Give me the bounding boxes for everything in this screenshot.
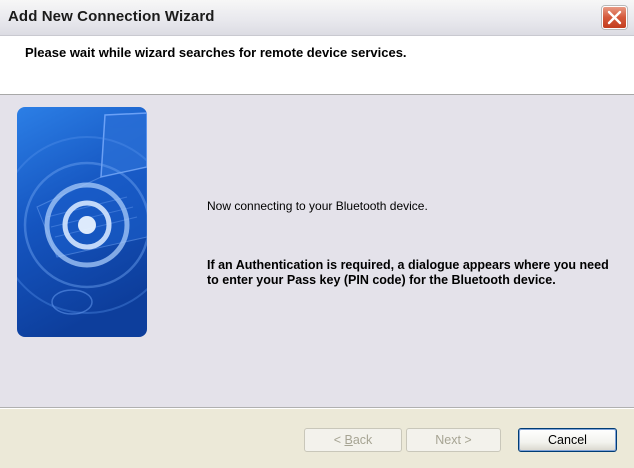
button-bar: < Back Next > Cancel [0, 407, 634, 468]
back-button-prefix: < [333, 433, 345, 447]
next-button[interactable]: Next > [406, 428, 501, 452]
close-button[interactable] [602, 6, 627, 29]
content-panel: Now connecting to your Bluetooth device.… [0, 95, 634, 407]
connecting-status-text: Now connecting to your Bluetooth device. [207, 199, 428, 213]
close-icon [607, 10, 622, 25]
back-button-rest: ack [352, 433, 373, 447]
authentication-note: If an Authentication is required, a dial… [207, 258, 609, 287]
wizard-window: Add New Connection Wizard Please wait wh… [0, 0, 634, 468]
back-button[interactable]: < Back [304, 428, 402, 452]
window-title: Add New Connection Wizard [8, 8, 215, 25]
cancel-button[interactable]: Cancel [518, 428, 617, 452]
title-bar[interactable]: Add New Connection Wizard [0, 0, 634, 36]
wizard-illustration [17, 107, 147, 337]
back-button-mnemonic: B [344, 433, 353, 447]
bluetooth-laptop-illustration-icon [17, 107, 147, 337]
header-instruction: Please wait while wizard searches for re… [25, 45, 407, 60]
header-panel: Please wait while wizard searches for re… [0, 36, 634, 95]
